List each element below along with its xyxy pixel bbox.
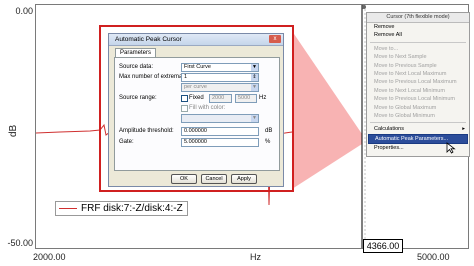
menu-item-next-sample[interactable]: Move to Next Sample [367, 53, 469, 61]
source-data-select[interactable]: First Curve ▼ [181, 63, 259, 72]
zoom-highlight-wedge [292, 31, 362, 189]
gate-input[interactable]: 5.000000 [181, 138, 259, 147]
spin-arrows-icon[interactable]: ⇕ [251, 74, 258, 81]
per-curve-value: per curve [184, 84, 207, 90]
max-extrema-label: Max number of extrema: [119, 74, 185, 80]
per-curve-select: per curve ▼ [181, 83, 259, 92]
chevron-down-icon: ▼ [251, 115, 258, 122]
submenu-arrow-icon: ▸ [462, 126, 465, 133]
close-icon[interactable]: x [269, 35, 281, 43]
dialog-tabs: Parameters [115, 48, 157, 57]
cancel-button[interactable]: Cancel [201, 174, 227, 184]
menu-divider [370, 41, 466, 43]
menu-item-move-to[interactable]: Move to... [367, 45, 469, 53]
menu-item-calculations[interactable]: Calculations ▸ [367, 125, 469, 133]
dialog-title: Automatic Peak Cursor [115, 36, 182, 43]
dialog-titlebar[interactable]: Automatic Peak Cursor x [109, 34, 283, 46]
max-extrema-stepper[interactable]: 1 ⇕ [181, 73, 259, 82]
tab-parameters[interactable]: Parameters [115, 48, 157, 57]
menu-item-global-max[interactable]: Move to Global Maximum [367, 104, 469, 112]
chevron-down-icon: ▼ [251, 84, 258, 91]
source-data-label: Source data: [119, 64, 154, 70]
apply-button[interactable]: Apply [231, 174, 257, 184]
gate-label: Gate: [119, 139, 134, 145]
menu-item-previous-sample[interactable]: Move to Previous Sample [367, 62, 469, 70]
max-extrema-value: 1 [184, 74, 188, 80]
threshold-unit: dB [265, 128, 273, 134]
menu-item-remove[interactable]: Remove [367, 23, 469, 31]
fill-color-label: Fill with color: [189, 105, 226, 111]
fill-color-select: ▼ [181, 114, 259, 123]
menu-item-previous-local-max[interactable]: Move to Previous Local Maximum [367, 78, 469, 86]
menu-item-global-min[interactable]: Move to Global Minimum [367, 112, 469, 120]
context-menu-title: Cursor (7th flexible mode) [367, 13, 469, 23]
fixed-checkbox[interactable] [181, 95, 188, 102]
menu-divider [370, 122, 466, 124]
range-from-input[interactable]: 2000 [209, 94, 232, 103]
legend-swatch [59, 208, 77, 209]
menu-item-next-local-min[interactable]: Move to Next Local Minimum [367, 87, 469, 95]
chevron-down-icon: ▼ [251, 64, 258, 71]
fill-color-checkbox[interactable] [181, 105, 188, 112]
range-to-input[interactable]: 5000 [235, 94, 257, 103]
amplitude-threshold-input[interactable]: 0.000000 [181, 127, 259, 136]
cursor-context-menu: Cursor (7th flexible mode) Remove Remove… [366, 12, 470, 157]
menu-item-previous-local-min[interactable]: Move to Previous Local Minimum [367, 95, 469, 103]
fixed-label: Fixed [189, 95, 204, 101]
gate-unit: % [265, 139, 271, 145]
mouse-pointer-icon [446, 142, 456, 154]
parameters-panel: Source data: First Curve ▼ Max number of… [114, 57, 280, 171]
menu-item-calculations-label: Calculations [374, 126, 404, 133]
source-range-label: Source range: [119, 95, 157, 101]
source-data-value: First Curve [184, 64, 211, 70]
legend-label: FRF disk:7:-Z/disk:4:-Z [81, 203, 183, 214]
automatic-peak-cursor-dialog: Automatic Peak Cursor x Parameters Sourc… [108, 33, 284, 187]
menu-item-next-local-max[interactable]: Move to Next Local Maximum [367, 70, 469, 78]
cursor-handle[interactable] [362, 5, 366, 9]
menu-item-remove-all[interactable]: Remove All [367, 31, 469, 39]
range-unit: Hz [259, 95, 267, 101]
legend: FRF disk:7:-Z/disk:4:-Z [55, 201, 188, 216]
cursor-readout: 4366.00 [363, 239, 403, 253]
amplitude-threshold-label: Amplitude threshold: [119, 128, 174, 134]
ok-button[interactable]: OK [171, 174, 197, 184]
